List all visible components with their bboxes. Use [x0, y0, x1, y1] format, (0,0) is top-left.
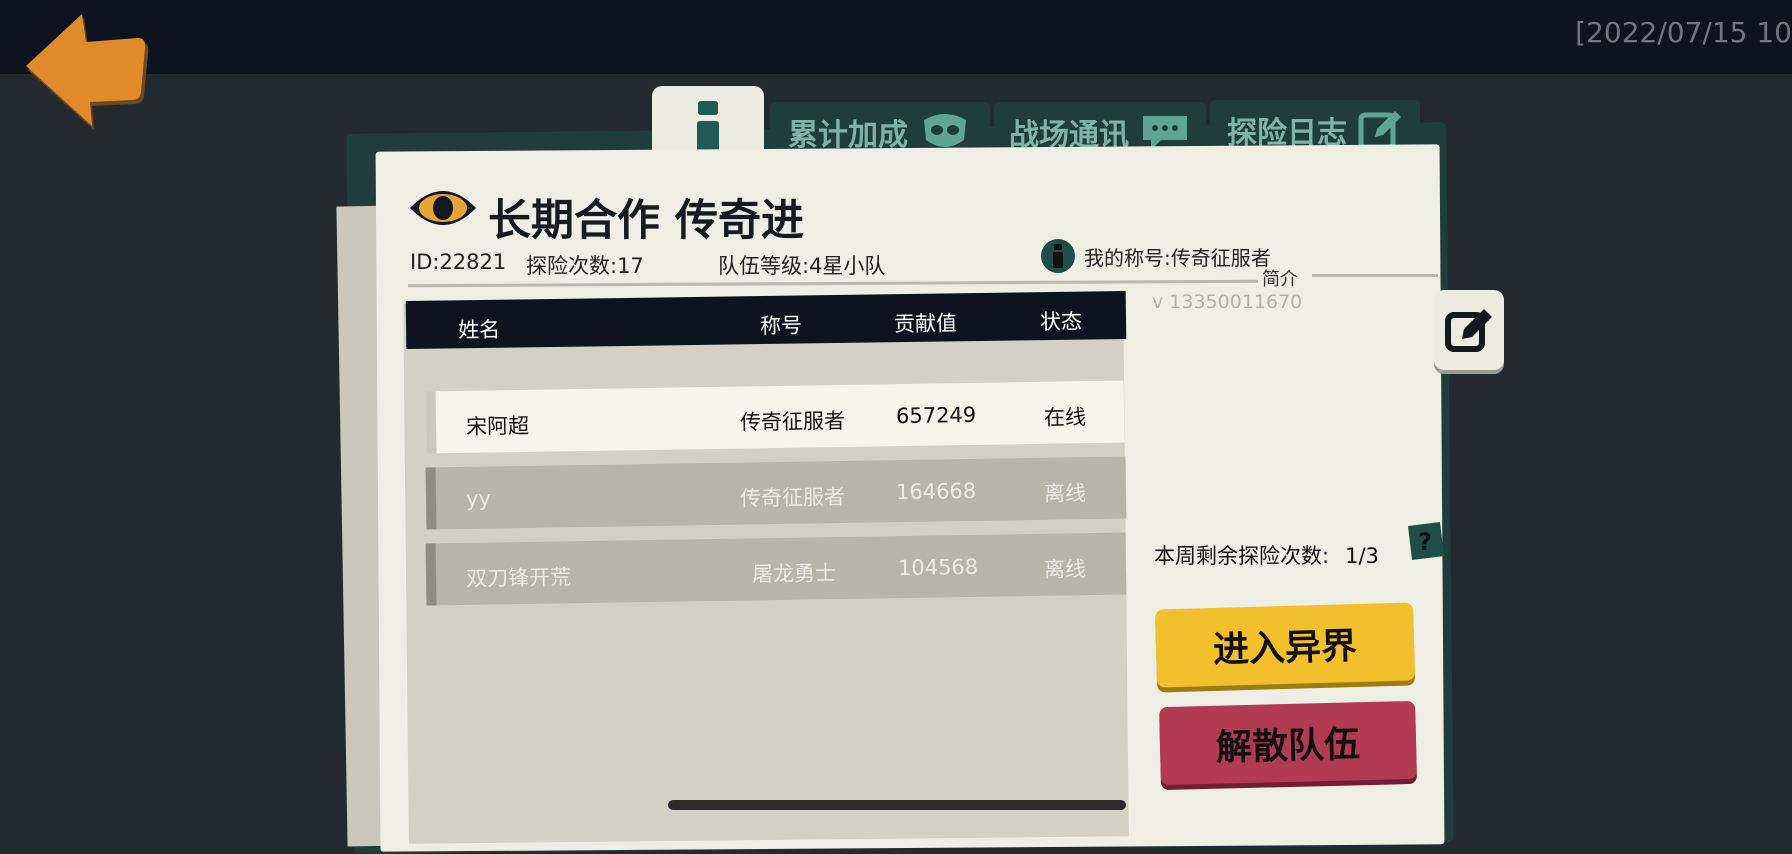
member-status: 离线 [1043, 557, 1087, 582]
member-contribution: 657249 [895, 402, 977, 429]
info-icon [697, 101, 719, 155]
svg-text:?: ? [1418, 528, 1432, 556]
back-arrow-icon [26, 14, 149, 130]
header-status: 状态 [1039, 309, 1083, 335]
member-row[interactable]: 宋阿超 传奇征服者 657249 在线 [425, 380, 1125, 454]
my-title: 我的称号:传奇征服者 [1040, 238, 1271, 274]
header-name: 姓名 [457, 317, 501, 343]
member-name: yy [465, 486, 492, 511]
member-contribution: 164668 [895, 478, 977, 505]
team-name: 长期合作 传奇进 [488, 196, 804, 246]
member-title: 传奇征服者 [739, 484, 846, 511]
member-row[interactable]: yy 传奇征服者 164668 离线 [425, 456, 1127, 530]
header-title: 称号 [759, 313, 803, 339]
top-bar [0, 0, 1792, 74]
help-icon[interactable]: ? [1404, 520, 1446, 562]
member-row[interactable]: 双刀锋开荒 屠龙勇士 104568 离线 [425, 532, 1127, 606]
member-contribution: 104568 [897, 554, 979, 581]
weekly-value: 1/3 [1345, 544, 1379, 568]
disband-team-button[interactable]: 解散队伍 [1159, 700, 1417, 786]
header-contribution: 贡献值 [893, 311, 958, 337]
back-button[interactable] [22, 12, 152, 132]
enter-otherworld-button[interactable]: 进入异界 [1154, 602, 1416, 688]
my-title-text: 我的称号:传奇征服者 [1084, 245, 1271, 270]
member-status: 在线 [1043, 405, 1087, 430]
info-icon [1041, 239, 1075, 273]
member-title: 传奇征服者 [739, 408, 846, 435]
divider [1312, 274, 1438, 277]
weekly-expeditions: 本周剩余探险次数: 1/3 [1154, 540, 1379, 570]
member-status: 离线 [1043, 481, 1087, 506]
member-table-header: 姓名 称号 贡献值 状态 [405, 290, 1127, 350]
intro-label: 简介 [1262, 269, 1298, 290]
edit-pencil-icon [1445, 309, 1492, 352]
team-id: ID:22821 [410, 250, 507, 274]
member-name: 宋阿超 [465, 413, 530, 439]
edit-intro-button[interactable] [1434, 290, 1504, 370]
intro-text: v 13350011670 [1152, 291, 1303, 313]
member-title: 屠龙勇士 [751, 561, 837, 587]
team-level: 队伍等级:4星小队 [718, 254, 886, 278]
member-name: 双刀锋开荒 [465, 565, 572, 591]
timestamp-label: [2022/07/15 10 [1575, 16, 1792, 49]
expedition-count: 探险次数:17 [526, 254, 644, 278]
eye-emblem-icon [410, 191, 476, 225]
home-indicator[interactable] [668, 800, 1126, 810]
weekly-label: 本周剩余探险次数: [1154, 544, 1330, 568]
